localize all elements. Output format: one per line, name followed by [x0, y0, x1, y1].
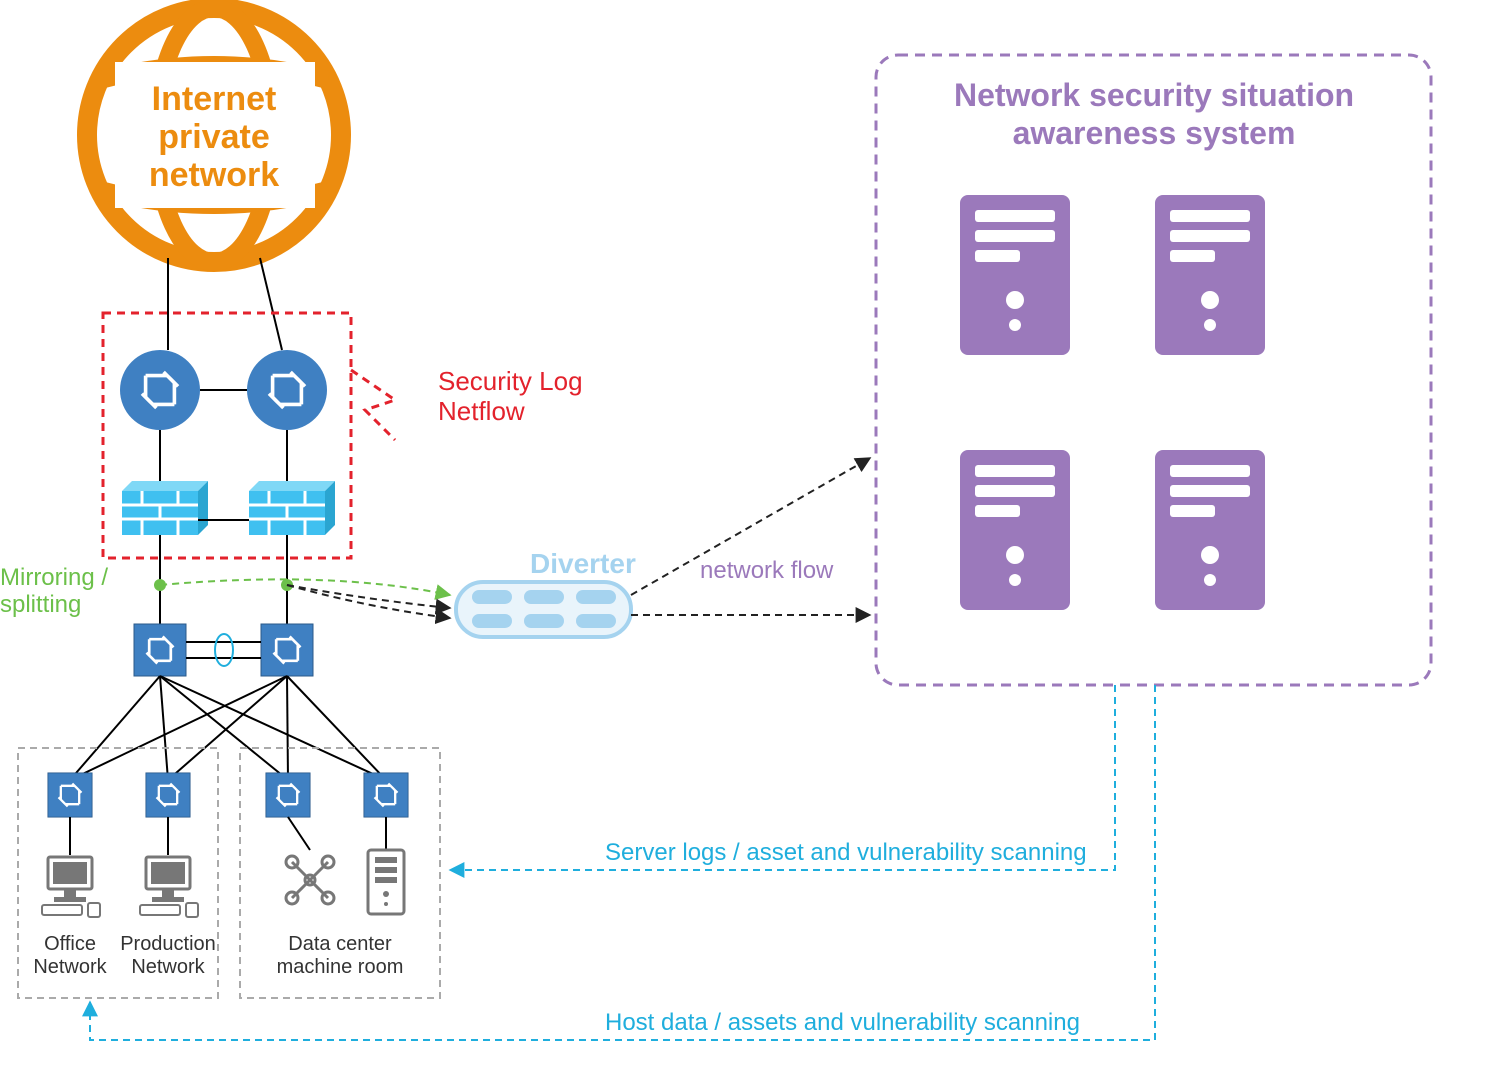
firewall-right-icon [249, 481, 335, 535]
core-router-left-icon [120, 350, 200, 430]
office-pc-icon [42, 857, 100, 917]
security-log-label-1: Security Log [438, 366, 583, 396]
server-logs-label: Server logs / asset and vulnerability sc… [605, 839, 1087, 866]
office-switch-icon [48, 773, 92, 817]
dc-switch-right-icon [364, 773, 408, 817]
production-pc-icon [140, 857, 198, 917]
network-flow-label: network flow [700, 557, 834, 584]
prod-label-2: Network [131, 956, 205, 978]
datacenter-lb-icon [286, 856, 334, 904]
awareness-title-1: Network security situation [954, 77, 1354, 113]
dc-label-1: Data center [288, 933, 392, 955]
mirroring-label-2: splitting [0, 591, 81, 618]
host-data-label: Host data / assets and vulnerability sca… [605, 1009, 1080, 1036]
diagram-canvas: Internet private network Security Log Ne… [0, 0, 1501, 1073]
dc-switch-left-icon [266, 773, 310, 817]
diverter-label: Diverter [530, 548, 636, 579]
dist-switch-left-icon [134, 624, 186, 676]
awareness-server-2-icon [1155, 195, 1265, 355]
xl2 [160, 676, 168, 780]
link-globe-router-right [260, 258, 282, 350]
awareness-server-4-icon [1155, 450, 1265, 610]
link-bundle-icon [215, 634, 233, 666]
diverter-icon [456, 582, 631, 637]
link-dc-lb [288, 817, 310, 850]
dc-label-2: machine room [277, 956, 404, 978]
security-log-callout-line [351, 370, 395, 440]
mirror-line-2 [287, 585, 450, 608]
internet-label-2: private [158, 118, 270, 156]
core-router-right-icon [247, 350, 327, 430]
office-label-2: Network [33, 956, 107, 978]
dist-switch-right-icon [261, 624, 313, 676]
xr4 [287, 676, 386, 780]
production-switch-icon [146, 773, 190, 817]
internet-label-1: Internet [152, 80, 277, 118]
prod-label-1: Production [120, 933, 216, 955]
awareness-title-2: awareness system [1013, 115, 1296, 151]
xr3 [287, 676, 288, 780]
xl4 [160, 676, 386, 780]
firewall-left-icon [122, 481, 208, 535]
awareness-server-3-icon [960, 450, 1070, 610]
office-label-1: Office [44, 933, 96, 955]
security-log-label-2: Netflow [438, 396, 525, 426]
datacenter-server-icon [368, 850, 404, 914]
xl1 [70, 676, 160, 780]
awareness-server-1-icon [960, 195, 1070, 355]
mirroring-label-1: Mirroring / [0, 564, 108, 591]
internet-label-3: network [149, 156, 279, 194]
